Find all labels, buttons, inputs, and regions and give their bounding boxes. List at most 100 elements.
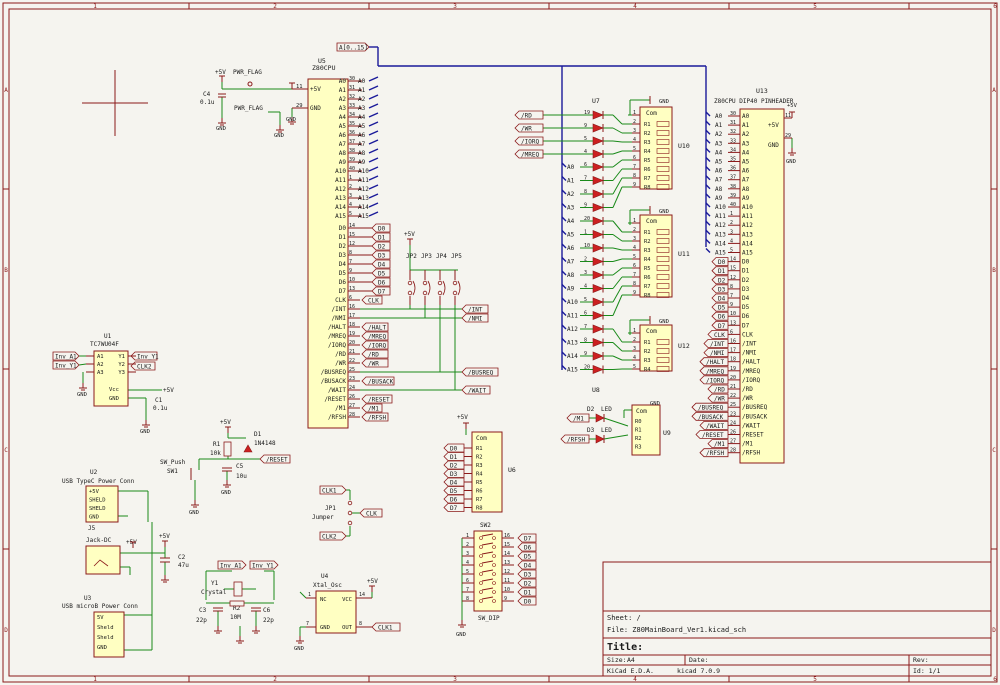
u13-addr-label: A7 <box>715 177 723 184</box>
gnd-label: GND <box>140 429 150 435</box>
pin-name: A5 <box>742 159 750 166</box>
rnet-pin-name: R2 <box>644 349 651 355</box>
net-label-text: /WR <box>521 126 532 133</box>
pin-number: 25 <box>730 402 736 408</box>
rnet-pin-name: R3 <box>644 358 651 364</box>
pin-number: 5 <box>349 211 352 217</box>
pin-name: A14 <box>742 240 753 247</box>
net-label-text: D4 <box>718 296 726 303</box>
pin-name: +5V <box>768 122 779 129</box>
pin-number: 38 <box>730 184 736 190</box>
rnet-pin-name: R1 <box>644 230 651 236</box>
net-label-text: CLK <box>366 511 377 518</box>
pin-name: NC <box>320 597 327 603</box>
net-label-text: CLK2 <box>322 534 337 541</box>
pin-name: D1 <box>742 268 750 275</box>
pin-name: D6 <box>339 279 347 286</box>
pin-name: D2 <box>742 277 750 284</box>
pin-name: A4 <box>742 149 750 156</box>
pin-number: 9 <box>584 351 587 357</box>
jumper-power-label: +5V <box>404 231 415 238</box>
net-label-text: D7 <box>524 536 532 543</box>
pin-number: 5 <box>633 146 636 152</box>
pin-name: D5 <box>742 304 750 311</box>
pin-name: Sheld <box>97 625 114 631</box>
jumper-ref: JP4 <box>436 253 447 260</box>
pin-name: A5 <box>339 123 347 130</box>
column-marker: 2 <box>273 676 277 683</box>
row-marker: C <box>992 447 996 454</box>
pin-name: A7 <box>339 141 347 148</box>
pin-number: 2 <box>584 257 587 263</box>
pin-name: GND <box>310 105 321 112</box>
pin-number: 28 <box>349 412 355 418</box>
pin-name: D2 <box>339 243 347 250</box>
net-label-text: /RFSH <box>368 415 386 422</box>
pin-name: /BUSREQ <box>742 404 768 411</box>
net-label-text: D7 <box>718 323 726 330</box>
u2-ref: U2 <box>90 469 98 476</box>
pin-number: 7 <box>466 587 469 593</box>
pin-name: A1 <box>97 354 104 360</box>
u13-addr-label: A0 <box>715 113 723 120</box>
jp1-name: Jumper <box>312 514 334 521</box>
net-label-text: D7 <box>450 505 458 512</box>
net-label-text: D5 <box>524 554 532 561</box>
pin-number: 7 <box>306 621 309 627</box>
addr-input-label: A3 <box>567 205 575 212</box>
pin-number: 19 <box>584 110 590 116</box>
pin-number: 3 <box>466 551 469 557</box>
pin-number: 16 <box>730 339 736 345</box>
pin-number: 34 <box>349 112 355 118</box>
pin-name: A12 <box>335 186 346 193</box>
pin-name: GND <box>768 142 779 149</box>
addr-input-label: A1 <box>567 178 575 185</box>
gnd-label: GND <box>294 646 304 652</box>
d2-value: LED <box>601 406 612 413</box>
rev-label: Rev: <box>913 656 929 664</box>
net-label-text: /BUSACK <box>698 414 724 421</box>
net-label-text: D5 <box>718 305 726 312</box>
pin-name: A13 <box>742 231 753 238</box>
rnet-pin-name: R4 <box>644 149 651 155</box>
pin-number: 19 <box>730 366 736 372</box>
pin-name: /RD <box>335 351 346 358</box>
addr-net-label: A8 <box>358 150 366 157</box>
column-marker: 4 <box>633 3 637 10</box>
column-marker: 1 <box>93 3 97 10</box>
rnet-com: Com <box>646 110 657 117</box>
c3-ref: C3 <box>199 607 207 614</box>
rnet-pin-name: R7 <box>644 284 651 290</box>
row-marker: D <box>4 627 8 634</box>
r2-value: 10M <box>230 614 241 621</box>
u13-addr-label: A8 <box>715 186 723 193</box>
gnd-label: GND <box>221 490 231 496</box>
pin-number: 2 <box>730 220 733 226</box>
date-label: Date: <box>689 656 709 664</box>
addr-net-label: A1 <box>358 87 366 94</box>
pin-number: 24 <box>349 385 355 391</box>
pin-name: D1 <box>339 234 347 241</box>
addr-net-label: A11 <box>358 177 369 184</box>
u13-addr-label: A6 <box>715 168 723 175</box>
pin-number: 39 <box>730 193 736 199</box>
net-label-text: CLK1 <box>322 488 337 495</box>
u1-name: TC7WU04F <box>90 341 119 348</box>
net-label-text: D4 <box>450 480 458 487</box>
pin-number: 9 <box>349 268 352 274</box>
rnet-pin-name: R8 <box>644 185 651 191</box>
rnet-pin-name: R4 <box>644 367 651 373</box>
pin-number: 6 <box>584 311 587 317</box>
u4-ref: U4 <box>321 573 329 580</box>
net-label-text: CLK2 <box>137 364 152 371</box>
rnet-ref: U12 <box>678 342 690 350</box>
pin-number: 15 <box>349 232 355 238</box>
pin-name: /RFSH <box>742 450 760 457</box>
gnd-label: GND <box>456 632 466 638</box>
u4-name: Xtal_Osc <box>313 582 342 589</box>
pin-number: 39 <box>349 157 355 163</box>
pin-number: 35 <box>730 157 736 163</box>
pin-name: A6 <box>742 168 750 175</box>
pin-name: A3 <box>339 105 347 112</box>
rnet-com: Com <box>646 218 657 225</box>
